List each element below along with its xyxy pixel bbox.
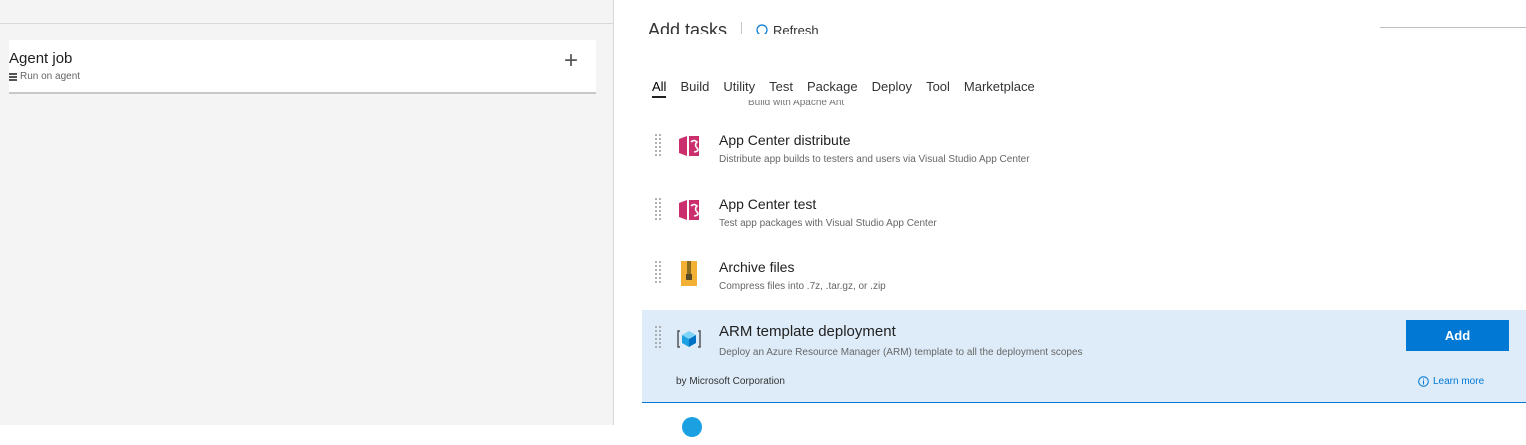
task-item-archive-files[interactable]: Archive files Compress files into .7z, .… [642, 259, 1526, 300]
truncated-task-description: Build with Apache Ant [748, 100, 845, 108]
agent-job-subtitle: Run on agent [9, 71, 80, 82]
agent-job-title: Agent job [9, 50, 73, 67]
task-description: Test app packages with Visual Studio App… [719, 218, 937, 229]
task-description: Compress files into .7z, .tar.gz, or .zi… [719, 281, 886, 292]
tab-tool[interactable]: Tool [926, 79, 950, 98]
header-separator [741, 22, 743, 34]
tab-utility[interactable]: Utility [723, 79, 755, 98]
app-root: Agent job Run on agent + Add tasks Refre… [0, 0, 1526, 445]
task-description: Deploy an Azure Resource Manager (ARM) t… [719, 347, 1083, 358]
archive-icon [681, 261, 697, 286]
learn-more-label: Learn more [1433, 376, 1485, 387]
divider [0, 23, 613, 24]
drag-handle-icon[interactable] [654, 133, 662, 159]
category-tabs: All Build Utility Test Package Deploy To… [652, 79, 1049, 98]
tab-deploy[interactable]: Deploy [872, 79, 912, 98]
server-icon [9, 72, 17, 81]
task-item-app-center-test[interactable]: App Center test Test app packages with V… [642, 196, 1526, 237]
refresh-button[interactable]: Refresh [756, 23, 819, 34]
agent-job-subtitle-text: Run on agent [20, 71, 81, 82]
pipeline-pane: Agent job Run on agent + [0, 0, 614, 425]
next-task-icon [682, 417, 702, 437]
task-item-app-center-distribute[interactable]: App Center distribute Distribute app bui… [642, 132, 1526, 173]
search-input[interactable] [1380, 27, 1526, 28]
tab-all[interactable]: All [652, 79, 667, 98]
app-center-icon [679, 200, 699, 220]
drag-handle-icon[interactable] [654, 260, 662, 286]
tab-marketplace[interactable]: Marketplace [964, 79, 1035, 98]
add-task-plus-icon[interactable]: + [564, 49, 578, 73]
add-tasks-panel: Add tasks Refresh All Build Utility Test… [614, 0, 1526, 445]
task-item-arm-template-deployment[interactable]: ARM template deployment Deploy an Azure … [642, 310, 1526, 403]
agent-job-phase[interactable]: Agent job Run on agent + [9, 40, 596, 94]
drag-handle-icon[interactable] [654, 325, 662, 351]
refresh-label: Refresh [773, 23, 819, 34]
task-publisher: by Microsoft Corporation [676, 376, 785, 387]
task-description: Distribute app builds to testers and use… [719, 154, 1030, 165]
tab-build[interactable]: Build [680, 79, 709, 98]
add-task-button[interactable]: Add [1406, 320, 1509, 351]
tab-package[interactable]: Package [807, 79, 858, 98]
learn-more-link[interactable]: Learn more [1418, 376, 1484, 387]
tab-test[interactable]: Test [769, 79, 793, 98]
task-name: App Center test [719, 196, 817, 212]
task-name: Archive files [719, 259, 795, 275]
drag-handle-icon[interactable] [654, 197, 662, 223]
task-name: App Center distribute [719, 132, 851, 148]
arm-cube-icon [677, 330, 701, 348]
panel-title: Add tasks [648, 20, 728, 34]
task-list: Build with Apache Ant App Center distrib… [642, 100, 1526, 445]
panel-header: Add tasks Refresh [648, 14, 819, 34]
app-center-icon [679, 136, 699, 156]
refresh-icon [756, 24, 768, 34]
info-icon [1418, 376, 1429, 387]
task-name: ARM template deployment [719, 323, 896, 340]
